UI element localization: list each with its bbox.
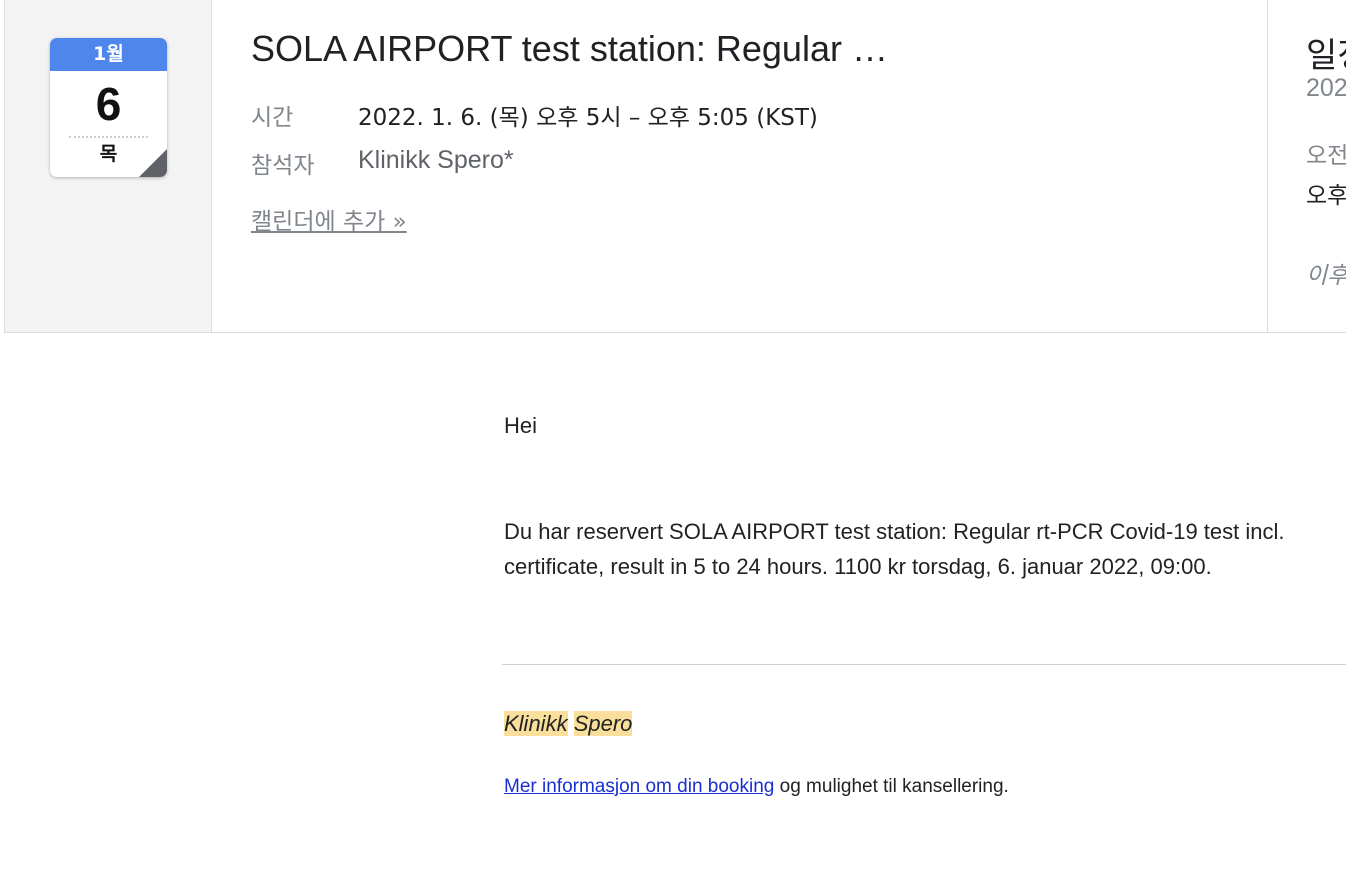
time-label: 시간 — [251, 105, 294, 131]
date-column: 1월 6 목 — [5, 0, 212, 332]
email-footer: Mer informasjon om din booking og muligh… — [504, 776, 1009, 798]
event-details: SOLA AIRPORT test station: Regular rt-PC… — [251, 0, 1261, 332]
agenda-later-label: 이후 — [1306, 263, 1346, 289]
calendar-month: 1월 — [50, 38, 167, 71]
page-curl-shadow — [139, 149, 167, 177]
attendees-label: 참석자 — [251, 153, 315, 179]
add-to-calendar-link[interactable]: 캘린더에 추가 » — [251, 202, 407, 236]
agenda-am-label: 오전 — [1306, 143, 1346, 169]
signature-word-spero: Spero — [573, 711, 633, 736]
calendar-day: 6 — [95, 78, 122, 130]
time-value: 2022. 1. 6. (목) 오후 5시 – 오후 5:05 (KST) — [358, 105, 818, 131]
email-divider — [502, 664, 1346, 665]
calendar-date-icon: 1월 6 목 — [50, 38, 167, 177]
attendees-value: Klinikk Spero* — [358, 146, 514, 174]
event-invitation-card: 1월 6 목 SOLA AIRPORT test station: Regula… — [4, 0, 1346, 333]
booking-info-link[interactable]: Mer informasjon om din booking — [504, 776, 774, 797]
signature-word-klinikk: Klinikk — [504, 711, 568, 736]
agenda-side-panel: 일정 2022 오전 오후 이후 — [1267, 0, 1346, 332]
agenda-pm-label: 오후 — [1306, 183, 1346, 209]
agenda-title: 일정 — [1306, 36, 1346, 76]
agenda-year: 2022 — [1306, 74, 1346, 102]
email-greeting: Hei — [504, 413, 538, 438]
event-title[interactable]: SOLA AIRPORT test station: Regular rt-PC… — [251, 28, 891, 70]
footer-text: og mulighet til kansellering. — [774, 776, 1009, 797]
email-message: Du har reservert SOLA AIRPORT test stati… — [504, 519, 1285, 579]
email-signature: Klinikk Spero — [504, 711, 633, 737]
